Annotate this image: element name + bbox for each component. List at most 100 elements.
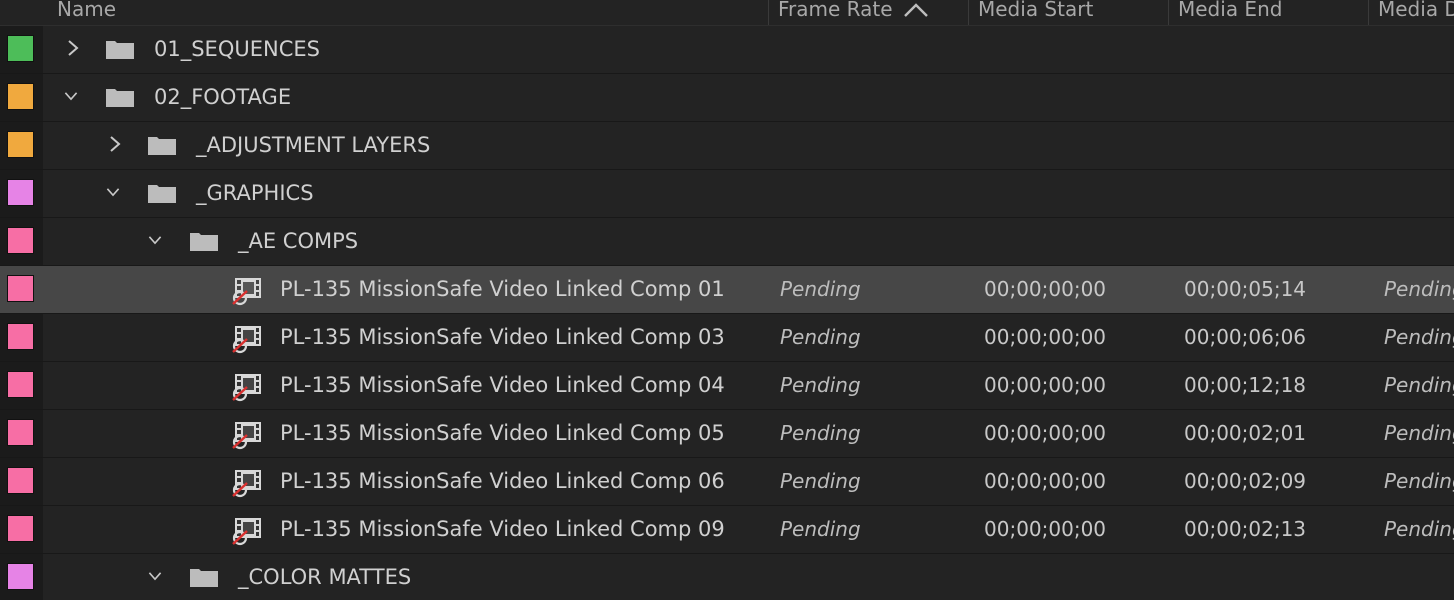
label-color-swatch[interactable] (7, 227, 34, 254)
offline-linked-comp-icon (232, 278, 261, 306)
frame-rate-value: Pending (780, 325, 861, 349)
column-divider[interactable] (1168, 0, 1169, 25)
item-name: PL-135 MissionSafe Video Linked Comp 03 (280, 325, 725, 349)
label-color-swatch[interactable] (7, 179, 34, 206)
item-name: _GRAPHICS (196, 181, 314, 205)
item-name: PL-135 MissionSafe Video Linked Comp 01 (280, 277, 725, 301)
media-start-value: 00;00;00;00 (984, 517, 1107, 541)
label-column (0, 26, 43, 73)
media-duration-value: Pending (1384, 469, 1454, 493)
column-header-media-end-label: Media End (1178, 0, 1283, 21)
label-color-swatch[interactable] (7, 275, 34, 302)
label-column (0, 506, 43, 553)
label-column (0, 170, 43, 217)
column-header-frame-rate[interactable]: Frame Rate (778, 0, 963, 25)
list-item-folder[interactable]: 01_SEQUENCES (0, 26, 1454, 74)
label-column (0, 74, 43, 121)
list-item-folder[interactable]: _COLOR MATTES (0, 554, 1454, 600)
label-column (0, 122, 43, 169)
list-item-folder[interactable]: _ADJUSTMENT LAYERS (0, 122, 1454, 170)
media-start-value: 00;00;00;00 (984, 373, 1107, 397)
media-end-value: 00;00;05;14 (1184, 277, 1307, 301)
item-name: 02_FOOTAGE (154, 85, 292, 109)
column-header-media-end[interactable]: Media End (1178, 0, 1363, 25)
offline-linked-comp-icon (232, 326, 261, 354)
label-column (0, 458, 43, 505)
offline-linked-comp-icon (232, 374, 261, 402)
label-color-swatch[interactable] (7, 371, 34, 398)
column-divider[interactable] (968, 0, 969, 25)
project-item-list: 01_SEQUENCES 02_FOOTAGE _ADJUSTMENT LAYE… (0, 26, 1454, 600)
item-name: PL-135 MissionSafe Video Linked Comp 05 (280, 421, 725, 445)
media-end-value: 00;00;12;18 (1184, 373, 1307, 397)
chevron-down-icon[interactable] (147, 566, 163, 586)
label-column (0, 314, 43, 361)
list-item-linked-comp[interactable]: PL-135 MissionSafe Video Linked Comp 01 … (0, 266, 1454, 314)
frame-rate-value: Pending (780, 517, 861, 541)
label-color-swatch[interactable] (7, 419, 34, 446)
offline-linked-comp-icon (232, 470, 261, 498)
label-column (0, 554, 43, 600)
project-panel: Name Frame Rate Media Start Media End Me… (0, 0, 1454, 600)
folder-icon (148, 185, 176, 203)
list-item-linked-comp[interactable]: PL-135 MissionSafe Video Linked Comp 04 … (0, 362, 1454, 410)
column-divider[interactable] (1368, 0, 1369, 25)
list-item-folder[interactable]: 02_FOOTAGE (0, 74, 1454, 122)
chevron-down-icon[interactable] (105, 182, 121, 202)
chevron-right-icon[interactable] (65, 38, 81, 58)
chevron-down-icon[interactable] (63, 86, 79, 106)
media-start-value: 00;00;00;00 (984, 325, 1107, 349)
media-duration-value: Pending (1384, 277, 1454, 301)
label-color-swatch[interactable] (7, 563, 34, 590)
folder-icon (106, 89, 134, 107)
column-header-media-duration-label: Media D (1378, 0, 1454, 21)
media-duration-value: Pending (1384, 325, 1454, 349)
frame-rate-value: Pending (780, 373, 861, 397)
column-header-media-start[interactable]: Media Start (978, 0, 1163, 25)
item-name: _ADJUSTMENT LAYERS (196, 133, 431, 157)
media-duration-value: Pending (1384, 517, 1454, 541)
media-start-value: 00;00;00;00 (984, 421, 1107, 445)
label-color-swatch[interactable] (7, 35, 34, 62)
list-item-folder[interactable]: _GRAPHICS (0, 170, 1454, 218)
item-name: PL-135 MissionSafe Video Linked Comp 09 (280, 517, 725, 541)
column-header-frame-rate-label: Frame Rate (778, 0, 893, 21)
item-name: _AE COMPS (238, 229, 359, 253)
list-item-linked-comp[interactable]: PL-135 MissionSafe Video Linked Comp 09 … (0, 506, 1454, 554)
chevron-right-icon[interactable] (107, 134, 123, 154)
folder-icon (190, 233, 218, 251)
label-column (0, 362, 43, 409)
media-end-value: 00;00;06;06 (1184, 325, 1307, 349)
label-column (0, 410, 43, 457)
item-name: 01_SEQUENCES (154, 37, 320, 61)
folder-icon (190, 569, 218, 587)
media-duration-value: Pending (1384, 373, 1454, 397)
offline-linked-comp-icon (232, 518, 261, 546)
label-color-swatch[interactable] (7, 467, 34, 494)
column-divider[interactable] (768, 0, 769, 25)
chevron-down-icon[interactable] (147, 230, 163, 250)
media-duration-value: Pending (1384, 421, 1454, 445)
column-header-name[interactable]: Name (57, 0, 757, 25)
label-color-swatch[interactable] (7, 83, 34, 110)
folder-icon (106, 41, 134, 59)
item-name: PL-135 MissionSafe Video Linked Comp 04 (280, 373, 725, 397)
sort-ascending-icon (903, 2, 929, 20)
label-color-swatch[interactable] (7, 515, 34, 542)
column-header-media-duration[interactable]: Media D (1378, 0, 1454, 25)
label-column (0, 218, 43, 265)
label-color-swatch[interactable] (7, 323, 34, 350)
list-item-linked-comp[interactable]: PL-135 MissionSafe Video Linked Comp 05 … (0, 410, 1454, 458)
column-header: Name Frame Rate Media Start Media End Me… (0, 0, 1454, 26)
label-column (0, 266, 43, 313)
item-name: _COLOR MATTES (238, 565, 412, 589)
list-item-linked-comp[interactable]: PL-135 MissionSafe Video Linked Comp 03 … (0, 314, 1454, 362)
folder-icon (148, 137, 176, 155)
media-end-value: 00;00;02;13 (1184, 517, 1307, 541)
frame-rate-value: Pending (780, 277, 861, 301)
list-item-linked-comp[interactable]: PL-135 MissionSafe Video Linked Comp 06 … (0, 458, 1454, 506)
frame-rate-value: Pending (780, 421, 861, 445)
label-color-swatch[interactable] (7, 131, 34, 158)
list-item-folder[interactable]: _AE COMPS (0, 218, 1454, 266)
media-end-value: 00;00;02;01 (1184, 421, 1307, 445)
